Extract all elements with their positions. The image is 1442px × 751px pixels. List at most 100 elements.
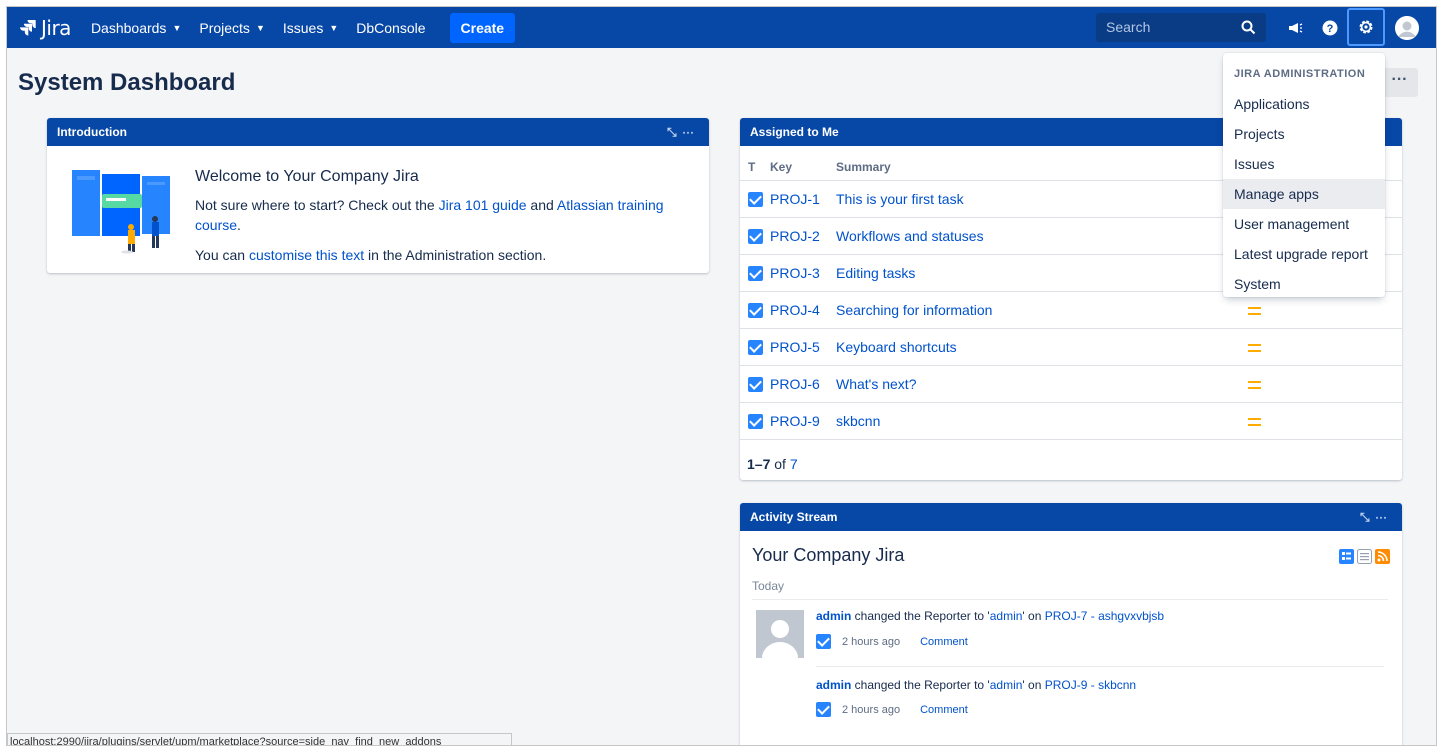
nav-issues-label: Issues (282, 19, 324, 36)
jira-logo[interactable]: Jira (19, 16, 71, 40)
pager-of: of (770, 455, 790, 472)
gadget-title: Introduction (57, 125, 127, 139)
task-type-icon (748, 413, 763, 429)
top-navigation: Jira Dashboards ▼ Projects ▼ Issues ▼ Db… (7, 7, 1436, 48)
nav-dbconsole[interactable]: DbConsole (356, 20, 425, 36)
task-type-icon (748, 228, 763, 244)
menu-item-applications[interactable]: Applications (1223, 89, 1385, 119)
issue-summary-link[interactable]: skbcnn (836, 413, 880, 429)
table-row[interactable]: PROJ-6 What's next? (740, 365, 1402, 403)
activity-text-on: ' on (1022, 609, 1045, 623)
gadget-title: Activity Stream (750, 510, 838, 524)
nav-issues[interactable]: Issues ▼ (283, 20, 338, 36)
menu-item-system[interactable]: System (1223, 269, 1385, 299)
admin-dropdown-menu: JIRA ADMINISTRATION Applications Project… (1223, 53, 1385, 297)
avatar[interactable] (1395, 16, 1419, 40)
task-type-icon (748, 376, 763, 392)
pager-range: 1–7 (747, 455, 771, 472)
priority-medium-icon (1248, 380, 1261, 389)
activity-time: 2 hours ago (842, 635, 901, 648)
gadget-header: Introduction ⤡ ⋯ (47, 118, 709, 146)
issue-summary-link[interactable]: What's next? (836, 376, 917, 392)
list-view-icon[interactable] (1357, 549, 1372, 564)
intro-text-admin: in the Administration section. (364, 247, 547, 263)
full-view-icon[interactable] (1339, 549, 1354, 564)
table-row[interactable]: PROJ-5 Keyboard shortcuts (740, 328, 1402, 366)
issue-key-link[interactable]: PROJ-2 (770, 228, 820, 244)
intro-text-and: and (526, 197, 557, 213)
customise-text-link[interactable]: customise this text (249, 247, 364, 263)
chevron-down-icon: ▼ (255, 22, 265, 33)
gadget-header: Activity Stream ⤡ ⋯ (740, 503, 1402, 531)
browser-frame: Jira Dashboards ▼ Projects ▼ Issues ▼ Db… (6, 6, 1437, 746)
column-summary[interactable]: Summary (836, 146, 1248, 181)
menu-item-projects[interactable]: Projects (1223, 119, 1385, 149)
gear-button[interactable] (1347, 8, 1385, 46)
activity-text: changed the Reporter to ' (851, 609, 990, 623)
intro-title: Welcome to Your Company Jira (195, 168, 419, 185)
task-type-icon (748, 191, 763, 207)
activity-stream-gadget: Activity Stream ⤡ ⋯ Your Company Jira To… (740, 503, 1402, 745)
issue-key-link[interactable]: PROJ-9 (770, 413, 820, 429)
priority-medium-icon (1248, 306, 1261, 315)
issue-key-link[interactable]: PROJ-4 (770, 302, 820, 318)
menu-item-issues[interactable]: Issues (1223, 149, 1385, 179)
menu-item-user-management[interactable]: User management (1223, 209, 1385, 239)
more-actions-button[interactable]: ··· (1381, 68, 1418, 97)
activity-value-link[interactable]: admin (990, 609, 1023, 623)
issue-summary-link[interactable]: Workflows and statuses (836, 228, 984, 244)
activity-user-link[interactable]: admin (816, 678, 851, 692)
expand-icon[interactable]: ⤡ (667, 125, 678, 139)
issue-key-link[interactable]: PROJ-1 (770, 191, 820, 207)
menu-item-manage-apps[interactable]: Manage apps (1223, 179, 1385, 209)
nav-dbconsole-label: DbConsole (356, 19, 426, 36)
issue-summary-link[interactable]: Editing tasks (836, 265, 915, 281)
column-key[interactable]: Key (770, 146, 836, 181)
issue-summary-link[interactable]: Keyboard shortcuts (836, 339, 957, 355)
more-icon[interactable]: ⋯ (682, 125, 695, 139)
rss-feed-icon[interactable] (1375, 549, 1390, 564)
activity-divider (816, 666, 1384, 667)
help-icon[interactable]: ? (1318, 7, 1342, 48)
intro-illustration (72, 170, 170, 254)
activity-value-link[interactable]: admin (990, 678, 1023, 692)
issue-key-link[interactable]: PROJ-3 (770, 265, 820, 281)
browser-status-url: localhost:2990/jira/plugins/servlet/upm/… (7, 733, 512, 745)
issue-key-link[interactable]: PROJ-5 (770, 339, 820, 355)
gadget-controls: ⤡ ⋯ (1360, 503, 1388, 531)
nav-projects[interactable]: Projects ▼ (199, 20, 265, 36)
intro-body: Welcome to Your Company Jira Not sure wh… (47, 146, 709, 273)
activity-text: changed the Reporter to ' (851, 678, 990, 692)
activity-issue-link[interactable]: PROJ-9 - skbcnn (1045, 678, 1136, 692)
task-type-icon (748, 302, 763, 318)
logo-text: Jira (41, 15, 71, 40)
nav-dashboards[interactable]: Dashboards ▼ (91, 20, 181, 36)
task-type-icon (748, 265, 763, 281)
search-input[interactable]: Search (1096, 13, 1266, 42)
comment-link[interactable]: Comment (920, 636, 968, 648)
expand-icon[interactable]: ⤡ (1360, 510, 1371, 524)
issue-key-link[interactable]: PROJ-6 (770, 376, 820, 392)
column-type[interactable]: T (740, 146, 770, 181)
comment-link[interactable]: Comment (920, 704, 968, 716)
activity-text-on: ' on (1022, 678, 1045, 692)
megaphone-icon[interactable] (1283, 7, 1307, 48)
activity-meta: 2 hours ago Comment (816, 702, 968, 717)
activity-user-link[interactable]: admin (816, 609, 851, 623)
search-icon (1241, 20, 1256, 35)
gear-icon (1359, 20, 1373, 34)
today-divider: Today (752, 579, 1388, 600)
issue-summary-link[interactable]: Searching for information (836, 302, 992, 318)
create-button[interactable]: Create (449, 12, 516, 43)
menu-item-latest-upgrade-report[interactable]: Latest upgrade report (1223, 239, 1385, 269)
activity-issue-link[interactable]: PROJ-7 - ashgvxvbjsb (1045, 609, 1164, 623)
intro-text-end: . (237, 217, 241, 233)
more-icon[interactable]: ⋯ (1375, 510, 1388, 524)
issue-summary-link[interactable]: This is your first task (836, 191, 964, 207)
activity-entry: admin changed the Reporter to 'admin' on… (816, 678, 1136, 692)
pager-total-link[interactable]: 7 (790, 456, 798, 472)
nav-projects-label: Projects (199, 19, 250, 36)
jira-101-link[interactable]: Jira 101 guide (439, 197, 527, 213)
table-row[interactable]: PROJ-9 skbcnn (740, 402, 1402, 440)
search-placeholder: Search (1106, 19, 1151, 35)
